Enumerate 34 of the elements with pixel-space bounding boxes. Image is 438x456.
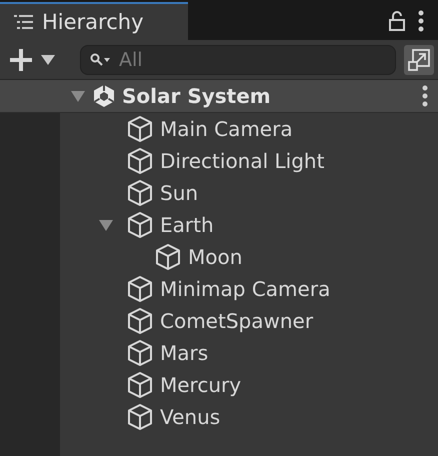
object-name[interactable]: Moon [188,245,242,269]
more-icon[interactable] [422,85,428,107]
scene-name: Solar System [122,84,271,108]
cube-icon [126,339,154,367]
scene-row[interactable]: Solar System [0,80,438,113]
lock-icon[interactable] [388,10,406,32]
hierarchy-tab[interactable]: Hierarchy [0,2,188,40]
plus-icon [8,46,34,72]
cube-icon [126,307,154,335]
cube-icon [126,211,154,239]
object-name[interactable]: Mars [160,341,208,365]
search-icon [90,52,112,66]
cube-icon [154,243,182,271]
object-name[interactable]: Sun [160,181,198,205]
cube-icon [126,179,154,207]
object-name[interactable]: Mercury [160,373,242,397]
search-field[interactable]: All [80,44,396,74]
cube-icon [126,275,154,303]
object-name[interactable]: Earth [160,213,214,237]
maximize-button[interactable] [404,44,434,74]
list-icon [14,14,34,30]
more-icon[interactable] [418,10,424,32]
cube-icon [126,371,154,399]
caret-icon [40,54,56,66]
object-name[interactable]: Main Camera [160,117,293,141]
object-name[interactable]: Directional Light [160,149,324,173]
cube-icon [126,115,154,143]
object-name[interactable]: Venus [160,405,220,429]
expand-arrow-icon[interactable] [70,89,86,103]
object-name[interactable]: Minimap Camera [160,277,330,301]
cube-icon [126,403,154,431]
cube-icon [126,147,154,175]
expand-arrow-icon[interactable] [98,218,114,232]
object-name[interactable]: CometSpawner [160,309,314,333]
